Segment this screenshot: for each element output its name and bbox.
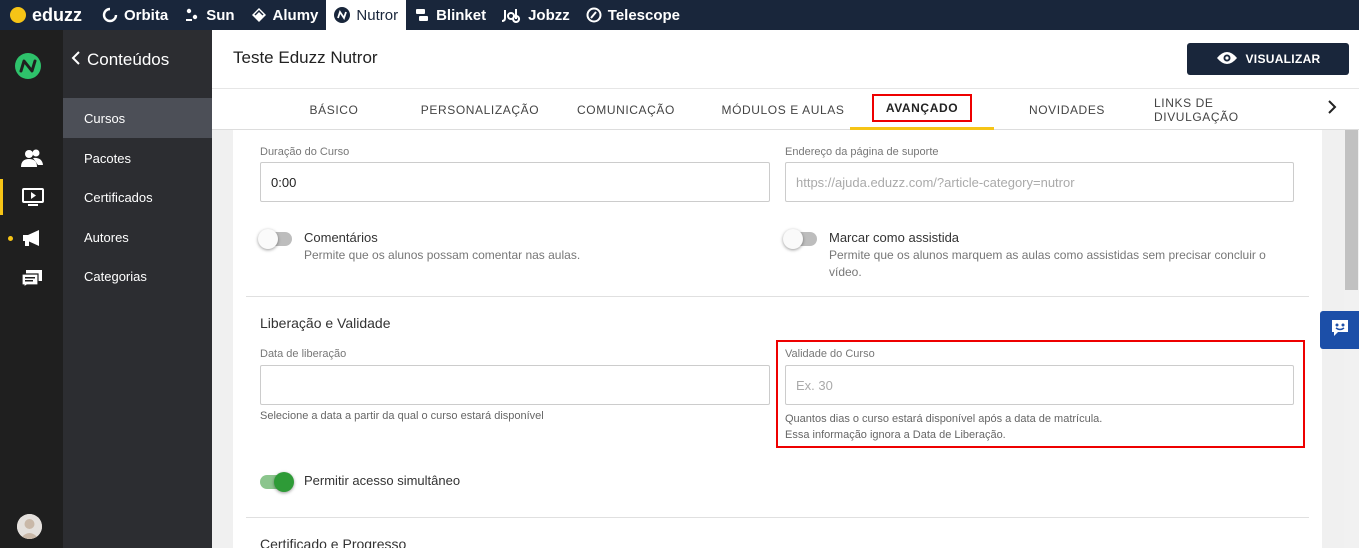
app-telescope[interactable]: Telescope bbox=[578, 0, 688, 30]
icon-rail bbox=[0, 30, 63, 548]
chat-icon[interactable] bbox=[0, 260, 63, 296]
tab-label: PERSONALIZAÇÃO bbox=[420, 102, 540, 117]
sidebar-item-label: Cursos bbox=[84, 110, 126, 126]
nutror-logo-icon[interactable] bbox=[14, 52, 42, 80]
sidebar-item-cursos[interactable]: Cursos bbox=[63, 98, 212, 138]
eduzz-logo-icon bbox=[10, 7, 26, 23]
app-jobzz[interactable]: Jobzz bbox=[494, 0, 578, 30]
tab-basico[interactable]: BÁSICO bbox=[298, 89, 370, 130]
duration-input[interactable]: 0:00 bbox=[260, 162, 770, 202]
watched-toggle-row: Marcar como assistida Permite que os alu… bbox=[783, 229, 1295, 281]
eye-icon bbox=[1216, 51, 1238, 68]
support-url-input[interactable]: https://ajuda.eduzz.com/?article-categor… bbox=[785, 162, 1294, 202]
tab-label: MÓDULOS E AULAS bbox=[721, 102, 845, 117]
eduzz-brand[interactable]: eduzz bbox=[0, 0, 94, 30]
comments-title: Comentários bbox=[304, 230, 378, 245]
avatar[interactable] bbox=[17, 514, 42, 539]
tab-avancado[interactable]: AVANÇADO bbox=[850, 89, 994, 130]
app-label: Sun bbox=[206, 6, 235, 24]
tab-label: BÁSICO bbox=[309, 102, 359, 117]
sun-icon bbox=[184, 7, 200, 23]
back-to-contents[interactable]: Conteúdos bbox=[71, 50, 169, 70]
watched-title: Marcar como assistida bbox=[829, 230, 960, 245]
tab-modulos-e-aulas[interactable]: MÓDULOS E AULAS bbox=[713, 89, 853, 130]
sidebar-item-label: Certificados bbox=[84, 189, 153, 205]
watched-switch[interactable] bbox=[783, 229, 817, 249]
back-label: Conteúdos bbox=[87, 50, 170, 69]
chevron-left-icon bbox=[71, 50, 81, 70]
switch-knob bbox=[274, 472, 294, 492]
duration-label: Duração do Curso bbox=[260, 146, 350, 158]
orbita-icon bbox=[102, 7, 118, 23]
simultaneous-title: Permitir acesso simultâneo bbox=[304, 473, 461, 488]
support-chat-button[interactable] bbox=[1320, 311, 1359, 349]
app-label: Nutror bbox=[356, 6, 399, 24]
course-header: Teste Eduzz Nutror VISUALIZAR BÁSICO PER… bbox=[212, 30, 1359, 130]
switch-knob bbox=[783, 229, 803, 249]
support-url-label: Endereço da página de suporte bbox=[785, 146, 939, 158]
visualize-button[interactable]: VISUALIZAR bbox=[1187, 43, 1349, 75]
visualize-label: VISUALIZAR bbox=[1245, 52, 1321, 66]
certificate-section-title: Certificado e Progresso bbox=[260, 536, 407, 548]
tab-personalizacao[interactable]: PERSONALIZAÇÃO bbox=[417, 89, 543, 130]
watched-desc: Permite que os alunos marquem as aulas c… bbox=[829, 248, 1266, 279]
simultaneous-switch[interactable] bbox=[260, 472, 294, 492]
tab-novidades[interactable]: NOVIDADES bbox=[1026, 89, 1108, 130]
sidebar-item-certificados[interactable]: Certificados bbox=[63, 177, 212, 217]
sidebar-item-label: Autores bbox=[84, 229, 129, 245]
app-label: Jobzz bbox=[528, 6, 570, 24]
users-icon[interactable] bbox=[0, 140, 63, 176]
release-section-title: Liberação e Validade bbox=[260, 315, 391, 331]
app-alumy[interactable]: Alumy bbox=[243, 0, 327, 30]
tab-label: LINKS DE DIVULGAÇÃO bbox=[1154, 95, 1239, 124]
sidebar-item-label: Categorias bbox=[84, 268, 147, 284]
tab-label: COMUNICAÇÃO bbox=[577, 102, 675, 117]
validity-highlight-box bbox=[776, 340, 1305, 448]
section-divider bbox=[246, 296, 1309, 297]
nutror-icon bbox=[334, 7, 351, 23]
jobzz-icon bbox=[502, 7, 522, 23]
alumy-icon bbox=[251, 7, 267, 23]
comments-desc: Permite que os alunos possam comentar na… bbox=[304, 248, 581, 262]
sidebar-item-categorias[interactable]: Categorias bbox=[63, 256, 212, 296]
telescope-icon bbox=[586, 7, 602, 23]
sidebar-item-pacotes[interactable]: Pacotes bbox=[63, 138, 212, 178]
app-label: Telescope bbox=[607, 6, 681, 24]
app-blinket[interactable]: Blinket bbox=[406, 0, 494, 30]
simultaneous-toggle-row: Permitir acesso simultâneo bbox=[260, 472, 461, 492]
release-date-input[interactable] bbox=[260, 365, 770, 405]
chat-bubble-icon bbox=[1330, 319, 1350, 342]
content-monitor-icon[interactable] bbox=[0, 179, 63, 215]
content-sidebar: Conteúdos Cursos Pacotes Certificados Au… bbox=[63, 30, 212, 548]
app-nutror[interactable]: Nutror bbox=[326, 0, 407, 30]
switch-knob bbox=[258, 229, 278, 249]
tab-comunicacao[interactable]: COMUNICAÇÃO bbox=[575, 89, 677, 130]
release-date-help: Selecione a data a partir da qual o curs… bbox=[260, 410, 544, 422]
comments-switch[interactable] bbox=[258, 229, 292, 249]
app-label: Blinket bbox=[436, 6, 487, 24]
app-orbita[interactable]: Orbita bbox=[94, 0, 176, 30]
blinket-icon bbox=[414, 7, 430, 23]
page-title: Teste Eduzz Nutror bbox=[233, 48, 378, 67]
tab-links-de-divulgacao[interactable]: LINKS DE DIVULGAÇÃO bbox=[1154, 89, 1294, 130]
brand-label: eduzz bbox=[32, 4, 83, 25]
top-app-bar: eduzz Orbita Sun Alumy Nutror Blinket Jo… bbox=[0, 0, 1359, 30]
sidebar-item-autores[interactable]: Autores bbox=[63, 217, 212, 257]
app-label: Alumy bbox=[272, 6, 319, 24]
course-tabs: BÁSICO PERSONALIZAÇÃO COMUNICAÇÃO MÓDULO… bbox=[212, 88, 1359, 130]
app-label: Orbita bbox=[124, 6, 169, 24]
comments-toggle-row: Comentários Permite que os alunos possam… bbox=[258, 229, 770, 264]
tab-label: NOVIDADES bbox=[1028, 102, 1106, 117]
app-sun[interactable]: Sun bbox=[176, 0, 242, 30]
tab-label: AVANÇADO bbox=[871, 94, 973, 122]
chevron-right-icon[interactable] bbox=[1327, 100, 1337, 119]
release-date-label: Data de liberação bbox=[260, 348, 347, 360]
sidebar-item-label: Pacotes bbox=[84, 150, 131, 166]
megaphone-icon[interactable] bbox=[0, 220, 63, 256]
scrollbar-thumb[interactable] bbox=[1345, 130, 1358, 290]
section-divider bbox=[246, 517, 1309, 518]
